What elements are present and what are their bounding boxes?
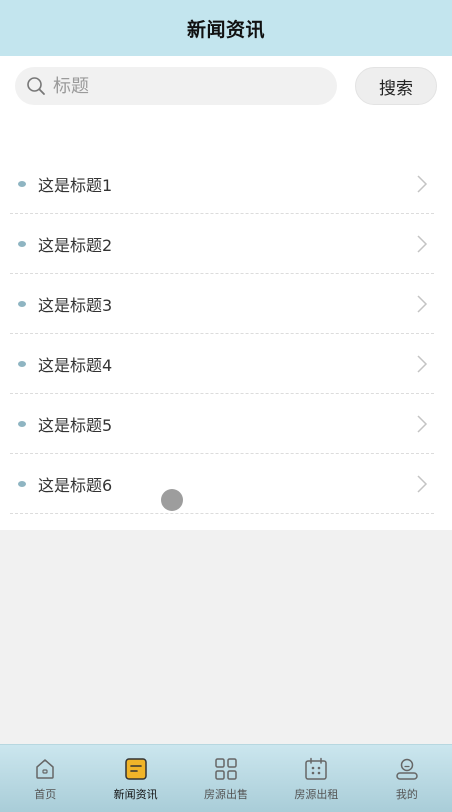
tab-for-sale[interactable]: 房源出售 — [181, 745, 271, 812]
tab-label: 首页 — [34, 788, 57, 801]
bullet-dot — [18, 480, 26, 487]
tab-label: 新闻资讯 — [113, 788, 158, 801]
bullet-dot — [18, 180, 26, 187]
news-title: 这是标题3 — [38, 295, 113, 315]
bullet-dot — [18, 300, 26, 307]
news-title: 这是标题6 — [38, 475, 113, 495]
news-title: 这是标题4 — [38, 355, 113, 375]
news-list-item[interactable]: 这是标题3 — [10, 274, 434, 334]
top-nav-bar: 新闻资讯 — [0, 0, 452, 56]
bullet-dot — [18, 420, 26, 427]
news-title: 这是标题1 — [38, 175, 113, 195]
content-area: 搜索 这是标题1 这是标题2 这是标题3 这是标题4 — [0, 56, 452, 530]
search-row: 搜索 — [15, 67, 439, 105]
search-icon — [27, 77, 45, 95]
search-input[interactable] — [53, 75, 323, 97]
page-title: 新闻资讯 — [186, 18, 265, 41]
tab-label: 我的 — [395, 788, 418, 801]
news-list-item[interactable]: 这是标题5 — [10, 394, 434, 454]
tab-news[interactable]: 新闻资讯 — [90, 745, 180, 812]
grid-icon — [215, 758, 237, 780]
news-icon — [124, 758, 147, 780]
news-list-item[interactable]: 这是标题6 — [10, 454, 434, 514]
chevron-right-icon — [417, 415, 428, 433]
search-box[interactable] — [15, 67, 337, 105]
user-icon — [396, 758, 418, 780]
chevron-right-icon — [417, 355, 428, 373]
chevron-right-icon — [417, 175, 428, 193]
news-title: 这是标题5 — [38, 415, 113, 435]
search-button[interactable]: 搜索 — [355, 67, 437, 105]
news-list-item[interactable]: 这是标题4 — [10, 334, 434, 394]
chevron-right-icon — [417, 295, 428, 313]
bullet-dot — [18, 240, 26, 247]
tab-label: 房源出租 — [294, 788, 339, 801]
tab-label: 房源出售 — [204, 788, 249, 801]
chevron-right-icon — [417, 475, 428, 493]
news-title: 这是标题2 — [38, 235, 113, 255]
chevron-right-icon — [417, 235, 428, 253]
tab-mine[interactable]: 我的 — [362, 745, 452, 812]
tab-home[interactable]: 首页 — [0, 745, 90, 812]
home-icon — [36, 759, 54, 779]
news-list-item[interactable]: 这是标题1 — [10, 154, 434, 214]
tab-for-rent[interactable]: 房源出租 — [271, 745, 361, 812]
news-list-item[interactable]: 这是标题2 — [10, 214, 434, 274]
touch-indicator — [161, 489, 183, 511]
bottom-tab-bar: 首页 新闻资讯 房源出售 房源出租 我的 — [0, 744, 452, 812]
calendar-icon — [305, 757, 328, 780]
app-root: 新闻资讯 搜索 这是标题1 这是标题2 — [0, 0, 452, 812]
bullet-dot — [18, 360, 26, 367]
news-list: 这是标题1 这是标题2 这是标题3 这是标题4 这是标题5 这是标题6 — [10, 154, 434, 514]
